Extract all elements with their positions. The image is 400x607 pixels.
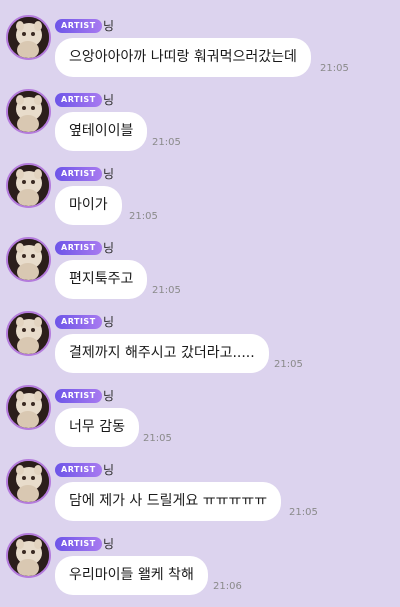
sender-name: 닝 — [103, 19, 115, 33]
artist-badge: ARTIST — [55, 389, 102, 403]
timestamp: 21:05 — [143, 433, 172, 444]
message-bubble: 담에 제가 사 드릴게요 ㅠㅠㅠㅠㅠ — [55, 482, 282, 521]
avatar[interactable] — [6, 533, 51, 578]
timestamp: 21:05 — [129, 211, 158, 222]
message-bubble: 마이가 — [55, 186, 122, 225]
artist-badge: ARTIST — [55, 19, 102, 33]
avatar[interactable] — [6, 89, 51, 134]
avatar[interactable] — [6, 459, 51, 504]
sender-name: 닝 — [103, 463, 115, 477]
message-row: ARTIST 닝 결제까지 해주시고 갔더라고..... 21:05 — [0, 311, 400, 385]
artist-badge: ARTIST — [55, 315, 102, 329]
sender-name: 닝 — [103, 167, 115, 181]
message-bubble: 편지툭주고 — [55, 260, 148, 299]
message-row: ARTIST 닝 담에 제가 사 드릴게요 ㅠㅠㅠㅠㅠ 21:05 — [0, 459, 400, 533]
artist-badge: ARTIST — [55, 93, 102, 107]
sender-name: 닝 — [103, 315, 115, 329]
timestamp: 21:05 — [274, 359, 303, 370]
sender-name: 닝 — [103, 389, 115, 403]
avatar[interactable] — [6, 311, 51, 356]
timestamp: 21:05 — [152, 137, 181, 148]
timestamp: 21:05 — [320, 63, 349, 74]
message-bubble: 너무 감동 — [55, 408, 139, 447]
message-row: ARTIST 닝 편지툭주고 21:05 — [0, 237, 400, 311]
sender-name: 닝 — [103, 93, 115, 107]
timestamp: 21:06 — [213, 581, 242, 592]
message-bubble: 으앙아아아까 나띠랑 훠궈먹으러갔는데 — [55, 38, 311, 77]
message-bubble: 우리마이들 왤케 착해 — [55, 556, 208, 595]
message-row: ARTIST 닝 마이가 21:05 — [0, 163, 400, 237]
sender-name: 닝 — [103, 241, 115, 255]
message-row: ARTIST 닝 옆테이이블 21:05 — [0, 89, 400, 163]
avatar[interactable] — [6, 163, 51, 208]
message-bubble: 옆테이이블 — [55, 112, 148, 151]
timestamp: 21:05 — [152, 285, 181, 296]
avatar[interactable] — [6, 237, 51, 282]
timestamp: 21:05 — [289, 507, 318, 518]
artist-badge: ARTIST — [55, 463, 102, 477]
message-row: ARTIST 닝 우리마이들 왤케 착해 21:06 — [0, 533, 400, 607]
sender-name: 닝 — [103, 537, 115, 551]
message-bubble: 결제까지 해주시고 갔더라고..... — [55, 334, 269, 373]
avatar[interactable] — [6, 385, 51, 430]
artist-badge: ARTIST — [55, 167, 102, 181]
avatar[interactable] — [6, 15, 51, 60]
artist-badge: ARTIST — [55, 241, 102, 255]
message-row: ARTIST 닝 너무 감동 21:05 — [0, 385, 400, 459]
artist-badge: ARTIST — [55, 537, 102, 551]
message-row: ARTIST 닝 으앙아아아까 나띠랑 훠궈먹으러갔는데 21:05 — [0, 15, 400, 89]
